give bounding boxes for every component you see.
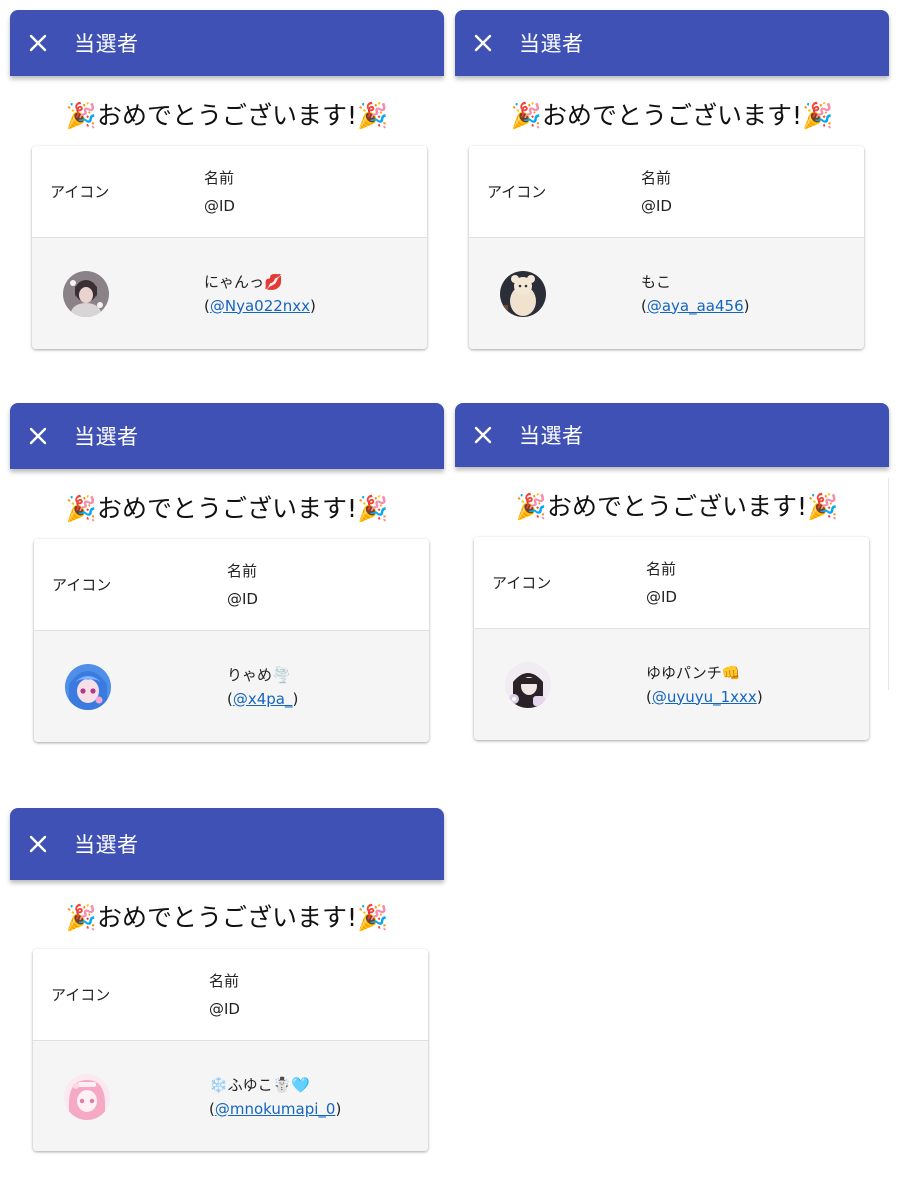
header-name-label: 名前 <box>646 559 677 578</box>
winner-dialog-3: 当選者 🎉おめでとうございます!🎉 アイコン 名前 @ID りゃめ🌪️ (@x4… <box>10 403 444 748</box>
app-bar: 当選者 <box>10 403 444 469</box>
winner-table: アイコン 名前 @ID <box>469 146 864 349</box>
winner-id-link[interactable]: @Nya022nxx <box>210 297 310 315</box>
table-row: にゃんっ💋 (@Nya022nxx) <box>32 238 427 349</box>
dialog-title: 当選者 <box>519 32 584 56</box>
dialog-title: 当選者 <box>74 833 139 857</box>
close-button[interactable] <box>16 414 60 458</box>
close-icon <box>474 426 492 444</box>
table-row: もこ (@aya_aa456) <box>469 238 864 349</box>
winner-name: もこ <box>641 272 672 291</box>
winner-id-link[interactable]: @x4pa_ <box>233 690 293 708</box>
winner-table: アイコン 名前 @ID <box>33 949 428 1151</box>
close-button[interactable] <box>16 21 60 65</box>
table-header: アイコン 名前 @ID <box>33 949 428 1041</box>
header-id-label: @ID <box>227 589 258 608</box>
dialog-title: 当選者 <box>74 32 139 56</box>
winner-name: ❄️ふゆこ☃️🩵 <box>209 1075 311 1094</box>
header-icon-label: アイコン <box>50 183 110 201</box>
winner-id-link[interactable]: @aya_aa456 <box>647 297 744 315</box>
congrats-message: 🎉おめでとうございます!🎉 <box>510 101 834 130</box>
avatar <box>505 661 551 708</box>
table-row: ❄️ふゆこ☃️🩵 (@mnokumapi_0) <box>33 1041 428 1151</box>
table-header: アイコン 名前 @ID <box>34 539 429 631</box>
table-row: ゆゆパンチ👊 (@uyuyu_1xxx) <box>474 629 869 740</box>
app-bar: 当選者 <box>10 10 444 76</box>
winner-id-link[interactable]: @uyuyu_1xxx <box>652 688 757 706</box>
winner-dialog-2: 当選者 🎉おめでとうございます!🎉 アイコン 名前 @ID もこ (@aya_a… <box>455 10 889 355</box>
winner-name: にゃんっ💋 <box>204 272 283 291</box>
header-icon-label: アイコン <box>487 183 547 201</box>
winner-table: アイコン 名前 @ID <box>34 539 429 742</box>
winner-dialog-1: 当選者 🎉おめでとうございます!🎉 アイコン 名前 @ID にゃんっ💋 (@Ny… <box>10 10 444 355</box>
congrats-message: 🎉おめでとうございます!🎉 <box>65 903 389 932</box>
header-id-label: @ID <box>646 587 677 606</box>
winner-dialog-4: 当選者 🎉おめでとうございます!🎉 アイコン 名前 @ID ゆゆパンチ👊 (@u… <box>455 403 889 748</box>
congrats-message: 🎉おめでとうございます!🎉 <box>65 494 389 523</box>
close-icon <box>29 835 47 853</box>
header-id-label: @ID <box>641 196 672 215</box>
app-bar: 当選者 <box>455 403 889 467</box>
header-name-label: 名前 <box>209 971 240 990</box>
avatar <box>64 1073 110 1120</box>
dialog-title: 当選者 <box>519 424 584 448</box>
header-icon-label: アイコン <box>492 574 552 592</box>
winner-id-link[interactable]: @mnokumapi_0 <box>215 1100 336 1118</box>
winner-table: アイコン 名前 @ID <box>32 146 427 349</box>
congrats-message: 🎉おめでとうございます!🎉 <box>65 101 389 130</box>
avatar <box>65 663 111 710</box>
close-icon <box>29 34 47 52</box>
header-id-label: @ID <box>204 196 235 215</box>
avatar <box>63 270 109 317</box>
winner-table: アイコン 名前 @ID <box>474 537 869 740</box>
table-header: アイコン 名前 @ID <box>32 146 427 238</box>
dialog-title: 当選者 <box>74 425 139 449</box>
close-button[interactable] <box>461 21 505 65</box>
winner-name: ゆゆパンチ👊 <box>646 663 741 682</box>
avatar <box>500 270 546 317</box>
winner-name: りゃめ🌪️ <box>227 665 291 684</box>
table-row: りゃめ🌪️ (@x4pa_) <box>34 631 429 742</box>
header-icon-label: アイコン <box>52 576 112 594</box>
panel-edge <box>888 478 889 690</box>
header-name-label: 名前 <box>204 168 235 187</box>
close-icon <box>29 427 47 445</box>
winner-dialog-5: 当選者 🎉おめでとうございます!🎉 アイコン 名前 @ID ❄️ふゆこ☃️🩵 (… <box>10 808 444 1158</box>
header-icon-label: アイコン <box>51 986 111 1004</box>
table-header: アイコン 名前 @ID <box>469 146 864 238</box>
close-icon <box>474 34 492 52</box>
table-header: アイコン 名前 @ID <box>474 537 869 629</box>
header-name-label: 名前 <box>641 168 672 187</box>
app-bar: 当選者 <box>455 10 889 76</box>
header-id-label: @ID <box>209 999 240 1018</box>
close-button[interactable] <box>461 413 505 457</box>
close-button[interactable] <box>16 822 60 866</box>
congrats-message: 🎉おめでとうございます!🎉 <box>515 492 839 521</box>
app-bar: 当選者 <box>10 808 444 880</box>
header-name-label: 名前 <box>227 561 258 580</box>
